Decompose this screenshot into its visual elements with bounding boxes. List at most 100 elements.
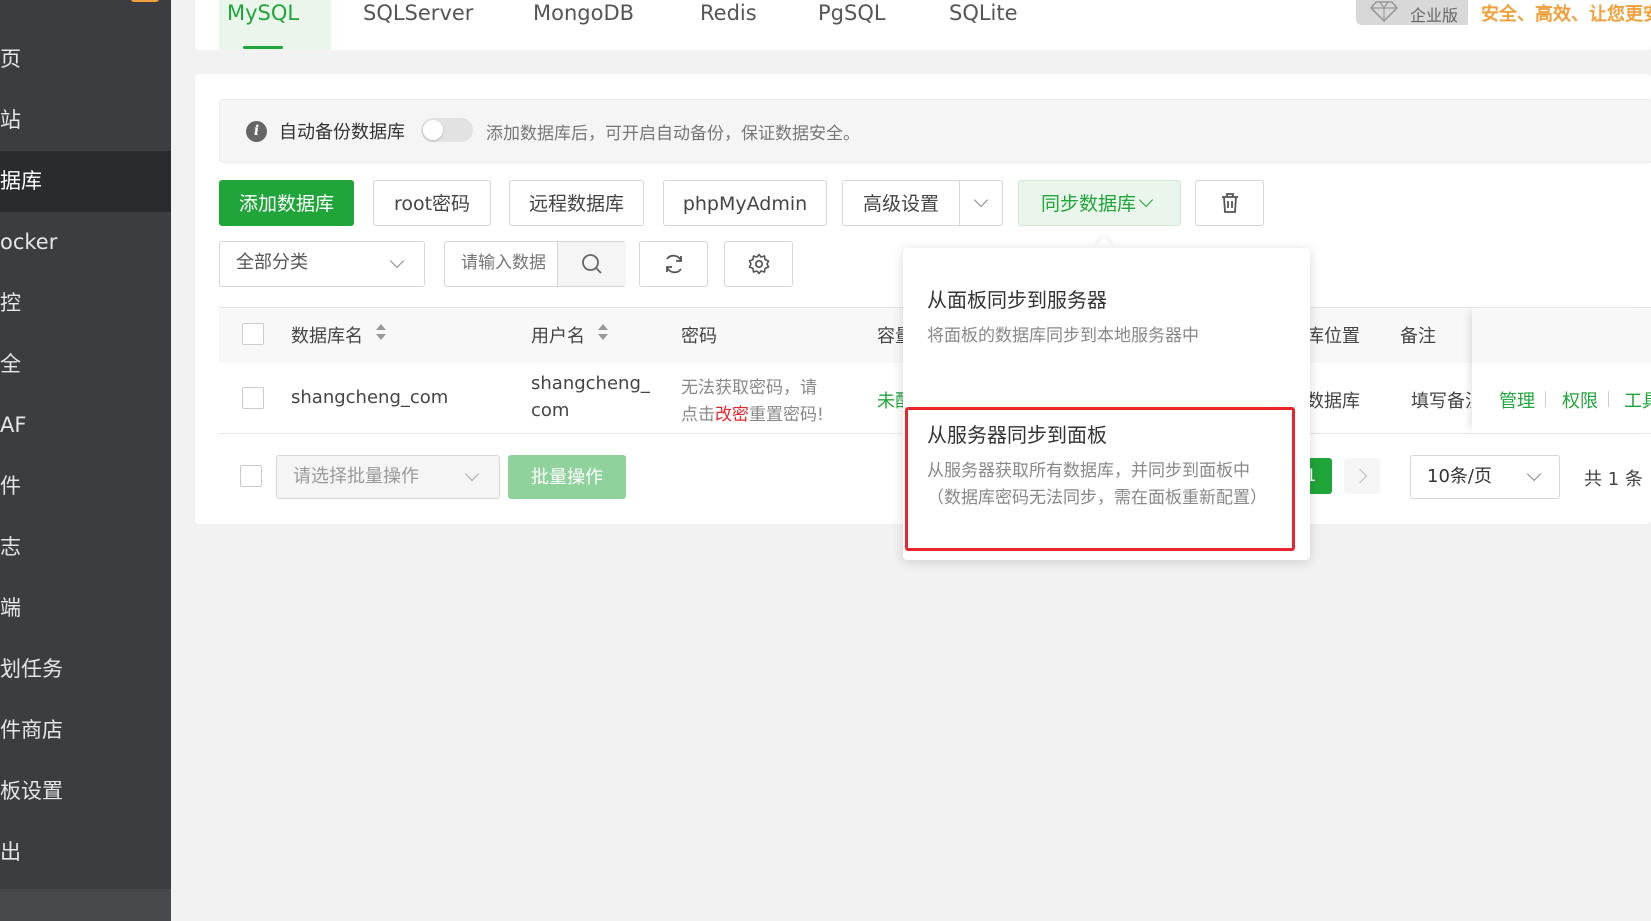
header-location: 库位置 bbox=[1306, 326, 1360, 347]
sidebar-item-label: 控 bbox=[0, 291, 21, 315]
change-password-link[interactable]: 改密 bbox=[715, 405, 749, 425]
sidebar-item-label: ocker bbox=[0, 230, 58, 254]
search-box bbox=[444, 241, 626, 287]
search-button[interactable] bbox=[557, 242, 626, 286]
tab-mysql[interactable]: MySQL bbox=[219, 0, 331, 50]
sidebar-item-security[interactable]: 全 bbox=[0, 334, 171, 395]
sidebar-item-logout[interactable]: 出 bbox=[0, 822, 171, 883]
sidebar-item-label: 板设置 bbox=[0, 779, 63, 803]
auto-backup-toggle[interactable] bbox=[421, 118, 473, 142]
page-size-value: 10条/页 bbox=[1427, 466, 1492, 487]
row-checkbox[interactable] bbox=[242, 387, 264, 409]
sidebar: 页 站 据库 ocker 控 全 AF 件 志 端 划任务 件商店 板设置 出 bbox=[0, 0, 171, 921]
sidebar-item-settings[interactable]: 板设置 bbox=[0, 761, 171, 822]
sidebar-item-cron[interactable]: 划任务 bbox=[0, 639, 171, 700]
sidebar-item-store[interactable]: 件商店 bbox=[0, 700, 171, 761]
chevron-down-icon bbox=[1138, 192, 1154, 208]
total-count: 共 1 条 bbox=[1584, 469, 1643, 490]
notification-badge bbox=[131, 0, 159, 2]
enterprise-slogan[interactable]: 安全、高效、让您更安 bbox=[1481, 0, 1651, 26]
manage-link[interactable]: 管理 bbox=[1499, 387, 1535, 413]
refresh-icon bbox=[666, 254, 682, 274]
tab-sqlite[interactable]: SQLite bbox=[949, 0, 1018, 50]
action-separator bbox=[1608, 391, 1609, 407]
auto-backup-description: 添加数据库后，可开启自动备份，保证数据安全。 bbox=[486, 124, 860, 144]
sort-icon[interactable] bbox=[597, 323, 609, 341]
sync-database-label: 同步数据库 bbox=[1041, 193, 1137, 215]
search-icon bbox=[582, 254, 602, 274]
note-cell[interactable]: 填写备注 bbox=[1411, 387, 1471, 413]
header-note: 备注 bbox=[1400, 326, 1436, 347]
gear-icon bbox=[748, 253, 770, 275]
select-all-checkbox[interactable] bbox=[242, 323, 264, 345]
page-size-select[interactable]: 10条/页 bbox=[1410, 455, 1560, 499]
batch-operation-button[interactable]: 批量操作 bbox=[508, 455, 626, 499]
trash-icon bbox=[1222, 193, 1238, 213]
add-database-button[interactable]: 添加数据库 bbox=[219, 180, 354, 226]
batch-operation-select[interactable]: 请选择批量操作 bbox=[276, 455, 500, 499]
password-cell-line1: 无法获取密码，请 bbox=[681, 378, 817, 398]
category-select[interactable]: 全部分类 bbox=[219, 241, 425, 287]
page-next[interactable] bbox=[1344, 458, 1380, 494]
sync-menu-item-title: 从面板同步到服务器 bbox=[927, 288, 1107, 312]
sync-menu-item-panel-to-server[interactable]: 从面板同步到服务器 将面板的数据库同步到本地服务器中 bbox=[903, 268, 1310, 388]
username-cell-line1: shangcheng_ bbox=[531, 373, 650, 394]
batch-operation-placeholder: 请选择批量操作 bbox=[293, 466, 419, 487]
refresh-button[interactable] bbox=[639, 241, 708, 287]
phpmyadmin-button[interactable]: phpMyAdmin bbox=[663, 180, 827, 226]
tab-redis[interactable]: Redis bbox=[700, 0, 757, 50]
sidebar-item-database[interactable]: 据库 bbox=[0, 151, 171, 212]
sidebar-item-label: 划任务 bbox=[0, 657, 63, 681]
sidebar-item-website[interactable]: 站 bbox=[0, 90, 171, 151]
sidebar-item-label: 件 bbox=[0, 474, 21, 498]
diamond-icon bbox=[1370, 1, 1398, 22]
sidebar-item-label: 出 bbox=[0, 840, 21, 864]
sidebar-item-label: 端 bbox=[0, 596, 21, 620]
sidebar-item-label: 据库 bbox=[0, 169, 42, 193]
sidebar-item-label: 页 bbox=[0, 47, 21, 71]
category-select-value: 全部分类 bbox=[236, 252, 308, 273]
tab-pgsql[interactable]: PgSQL bbox=[818, 0, 886, 50]
info-icon: i bbox=[246, 121, 267, 142]
advanced-settings-button[interactable]: 高级设置 bbox=[842, 180, 960, 226]
sidebar-item-docker[interactable]: ocker bbox=[0, 212, 171, 273]
root-password-button[interactable]: root密码 bbox=[373, 180, 491, 226]
chevron-right-icon bbox=[1352, 468, 1368, 484]
delete-button[interactable] bbox=[1195, 180, 1264, 226]
sync-menu-item-desc: 将面板的数据库同步到本地服务器中 bbox=[927, 326, 1199, 346]
search-input[interactable] bbox=[459, 252, 559, 274]
permission-link[interactable]: 权限 bbox=[1562, 387, 1598, 413]
tab-active-indicator bbox=[243, 46, 283, 49]
enterprise-label: 企业版 bbox=[1410, 6, 1459, 25]
header-database-name[interactable]: 数据库名 bbox=[291, 322, 363, 348]
sidebar-item-label: AF bbox=[0, 413, 27, 437]
sidebar-item-monitor[interactable]: 控 bbox=[0, 273, 171, 334]
sidebar-item-files[interactable]: 件 bbox=[0, 456, 171, 517]
auto-backup-label: 自动备份数据库 bbox=[279, 122, 405, 143]
chevron-down-icon bbox=[389, 253, 405, 269]
tab-mongodb[interactable]: MongoDB bbox=[533, 0, 634, 50]
sidebar-item-label: 站 bbox=[0, 108, 21, 132]
chevron-down-icon bbox=[1526, 466, 1542, 482]
remote-database-button[interactable]: 远程数据库 bbox=[509, 180, 644, 226]
location-cell: 数据库 bbox=[1306, 391, 1360, 412]
column-settings-button[interactable] bbox=[724, 241, 793, 287]
sidebar-item-logs[interactable]: 志 bbox=[0, 517, 171, 578]
sort-icon[interactable] bbox=[375, 323, 387, 341]
sidebar-item-label: 志 bbox=[0, 535, 21, 559]
advanced-settings-dropdown[interactable] bbox=[959, 180, 1003, 226]
footer-select-all-checkbox[interactable] bbox=[240, 465, 262, 487]
tab-sqlserver[interactable]: SQLServer bbox=[363, 0, 473, 50]
chevron-down-icon bbox=[973, 192, 989, 208]
username-cell-line2: com bbox=[531, 400, 570, 421]
sidebar-item-terminal[interactable]: 端 bbox=[0, 578, 171, 639]
operations-column bbox=[1472, 307, 1651, 433]
action-separator bbox=[1545, 391, 1546, 407]
header-username[interactable]: 用户名 bbox=[531, 322, 585, 348]
chevron-down-icon bbox=[464, 466, 480, 482]
sidebar-item-waf[interactable]: AF bbox=[0, 395, 171, 456]
highlight-box bbox=[905, 407, 1295, 551]
tools-link[interactable]: 工具 bbox=[1624, 387, 1651, 413]
sync-database-button[interactable]: 同步数据库 bbox=[1018, 180, 1181, 226]
sidebar-item-home[interactable]: 页 bbox=[0, 29, 171, 90]
